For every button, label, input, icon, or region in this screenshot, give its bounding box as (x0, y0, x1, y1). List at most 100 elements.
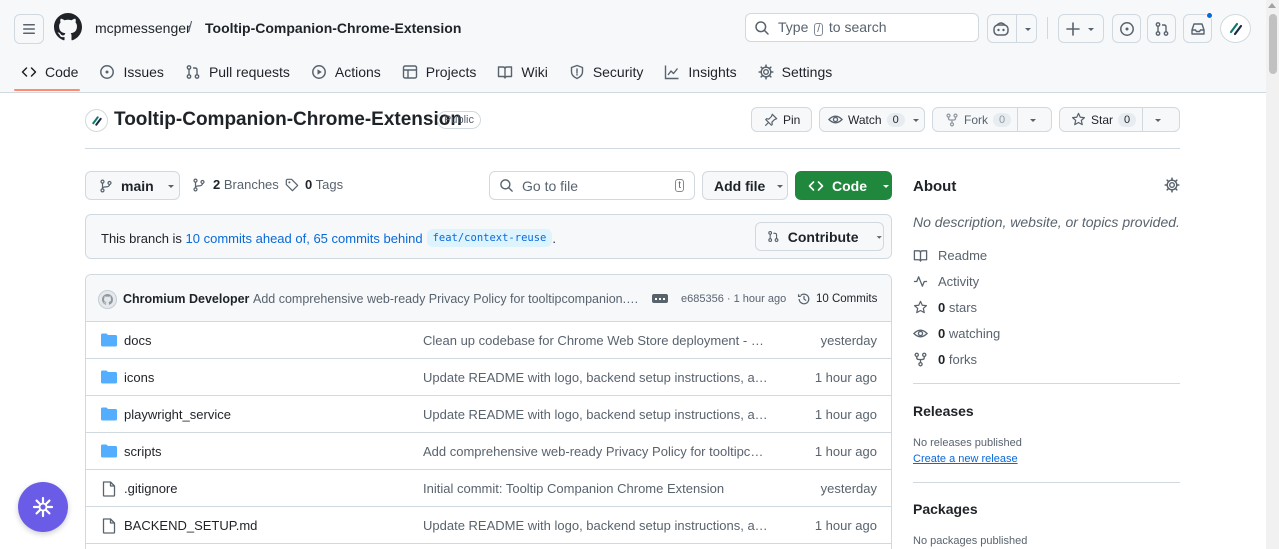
file-commit-message[interactable]: Update README with logo, backend setup i… (423, 518, 768, 533)
avatar[interactable] (98, 290, 117, 309)
forks-label: forks (948, 352, 978, 367)
folder-icon (101, 444, 117, 458)
issue-icon (100, 64, 115, 79)
extension-floating-button[interactable] (18, 482, 68, 532)
file-name[interactable]: .gitignore (124, 481, 177, 496)
star-button[interactable]: Star 0 (1059, 107, 1180, 132)
add-file-button[interactable]: Add file (702, 171, 788, 200)
search-input[interactable]: Type / to search (745, 13, 979, 42)
pull-requests-button[interactable] (1147, 14, 1176, 43)
contribute-button[interactable]: Contribute (755, 222, 884, 251)
about-settings-button[interactable] (1164, 177, 1180, 193)
commit-meta[interactable]: e685356 · 1 hour ago (681, 293, 786, 305)
menu-button[interactable] (14, 14, 44, 44)
breadcrumb-owner[interactable]: mcpmessenger (95, 20, 191, 36)
activity-link[interactable]: Activity (913, 274, 979, 289)
breadcrumb-separator: / (188, 19, 193, 36)
tab-wiki[interactable]: Wiki (488, 58, 556, 85)
folder-icon (101, 333, 117, 347)
table-row[interactable]: BACKEND_SETUP.md Update README with logo… (86, 507, 891, 544)
readme-link[interactable]: Readme (913, 248, 987, 263)
tab-actions[interactable]: Actions (302, 58, 390, 85)
tab-security[interactable]: Security (560, 58, 653, 85)
gear-icon (1164, 177, 1180, 193)
watch-button[interactable]: Watch 0 (819, 107, 925, 132)
chevron-down-icon (777, 184, 784, 188)
tab-projects[interactable]: Projects (393, 58, 486, 85)
tags-link[interactable]: 0 Tags (285, 177, 343, 192)
github-logo-icon[interactable] (54, 13, 82, 41)
banner-suffix: . (552, 230, 556, 246)
code-button[interactable]: Code (795, 171, 892, 200)
watching-link[interactable]: 0 watching (913, 326, 1000, 341)
go-to-file-input[interactable]: Go to file t (489, 171, 695, 200)
chevron-down-icon (1088, 27, 1094, 31)
file-icon (102, 481, 116, 497)
branch-selector[interactable]: main (85, 171, 180, 200)
tab-insights[interactable]: Insights (655, 58, 745, 85)
commits-history-link[interactable]: 10 Commits (797, 292, 877, 306)
copilot-button[interactable] (987, 14, 1037, 43)
copilot-icon (992, 21, 1009, 36)
packages-heading[interactable]: Packages (913, 501, 978, 517)
file-commit-message[interactable]: Add comprehensive web-ready Privacy Poli… (423, 444, 768, 459)
create-new-button[interactable] (1058, 14, 1104, 43)
commit-expand-button[interactable] (652, 294, 668, 303)
pin-button[interactable]: Pin (751, 107, 812, 132)
plus-icon (1066, 21, 1080, 36)
page-scrollbar[interactable] (1266, 0, 1279, 549)
table-row[interactable]: docs Clean up codebase for Chrome Web St… (86, 322, 891, 359)
table-row[interactable]: .gitignore Initial commit: Tooltip Compa… (86, 470, 891, 507)
file-name[interactable]: docs (124, 333, 151, 348)
stars-link[interactable]: 0 stars (913, 300, 977, 315)
chevron-down-icon (1030, 118, 1037, 122)
file-age: 1 hour ago (814, 370, 877, 385)
file-name[interactable]: scripts (124, 444, 162, 459)
file-name[interactable]: playwright_service (124, 407, 231, 422)
branch-ref-badge[interactable]: feat/context-reuse (426, 229, 553, 247)
gear-icon (758, 63, 774, 80)
file-commit-message[interactable]: Initial commit: Tooltip Companion Chrome… (423, 481, 768, 496)
file-commit-message[interactable]: Update README with logo, backend setup i… (423, 407, 768, 422)
file-commit-message[interactable]: Clean up codebase for Chrome Web Store d… (423, 333, 768, 348)
table-row[interactable]: scripts Add comprehensive web-ready Priv… (86, 433, 891, 470)
branch-name: main (121, 177, 154, 194)
table-row[interactable]: playwright_service Update README with lo… (86, 396, 891, 433)
repo-title[interactable]: Tooltip-Companion-Chrome-Extension (114, 109, 462, 131)
tags-label: Tags (315, 177, 344, 192)
pull-request-icon (768, 231, 779, 242)
file-commit-message[interactable]: Update README with logo, backend setup i… (423, 370, 768, 385)
file-age: yesterday (820, 333, 877, 348)
star-label: Star (1091, 112, 1114, 127)
sparkle-icon (32, 496, 54, 518)
releases-heading[interactable]: Releases (913, 403, 974, 419)
file-age: 1 hour ago (814, 444, 877, 459)
stars-count: 0 (938, 300, 946, 315)
tab-pull-requests[interactable]: Pull requests (176, 58, 299, 85)
tab-code[interactable]: Code (12, 58, 87, 85)
chevron-down-icon (1155, 118, 1162, 122)
commit-message[interactable]: Add comprehensive web-ready Privacy Poli… (253, 292, 641, 306)
file-name[interactable]: icons (124, 370, 154, 385)
breadcrumb-repo[interactable]: Tooltip-Companion-Chrome-Extension (205, 20, 461, 36)
tab-actions-label: Actions (334, 63, 381, 80)
forks-link[interactable]: 0 forks (913, 352, 977, 367)
folder-icon (101, 407, 117, 421)
commit-author[interactable]: Chromium Developer (123, 292, 249, 306)
active-tab-underline (14, 89, 80, 91)
eye-icon (913, 329, 928, 338)
file-name[interactable]: BACKEND_SETUP.md (124, 518, 257, 533)
tab-issues[interactable]: Issues (90, 58, 172, 85)
fork-button[interactable]: Fork 0 (932, 107, 1052, 132)
issue-icon (1119, 21, 1134, 36)
table-row[interactable]: icons Update README with logo, backend s… (86, 359, 891, 396)
scrollbar-thumb[interactable] (1269, 14, 1277, 74)
issues-button[interactable] (1112, 14, 1141, 43)
compare-link[interactable]: 10 commits ahead of, 65 commits behind (186, 231, 423, 246)
repo-owner-avatar[interactable] (85, 109, 108, 132)
create-release-link[interactable]: Create a new release (913, 453, 1018, 465)
user-avatar[interactable] (1220, 14, 1251, 43)
scroll-up-arrow-icon[interactable] (1268, 3, 1276, 8)
tab-settings[interactable]: Settings (749, 58, 842, 85)
branches-link[interactable]: 2 Branches (192, 177, 279, 192)
